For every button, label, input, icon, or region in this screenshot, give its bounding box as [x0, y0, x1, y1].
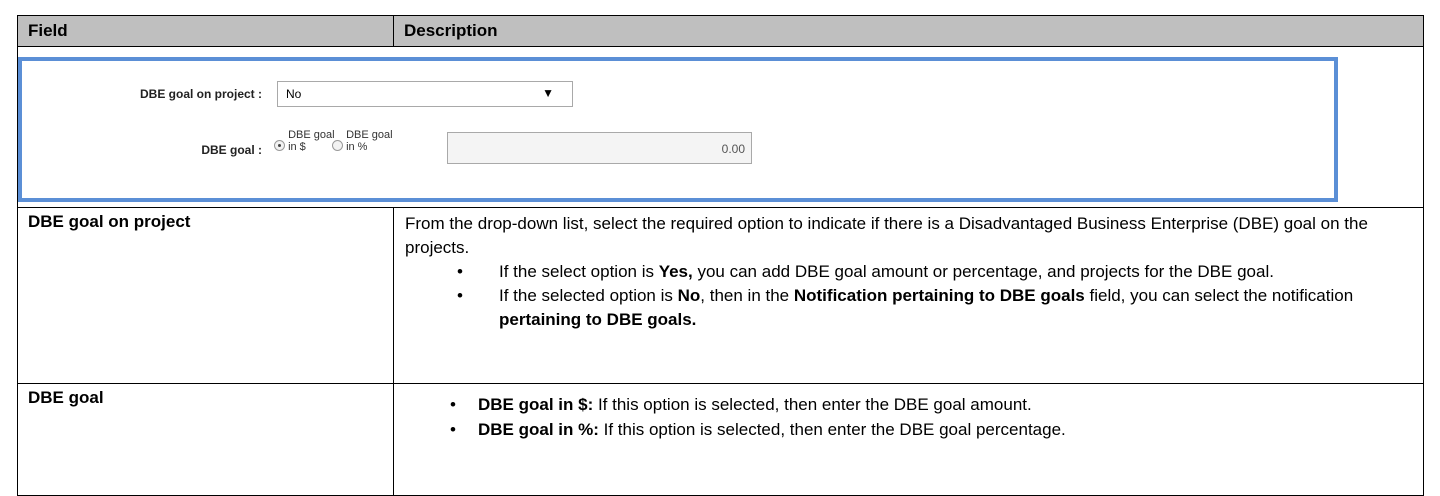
radio-dbe-goal-percent[interactable]: DBE goal in %: [332, 129, 400, 153]
header-description: Description: [394, 15, 1424, 47]
text: If this option is selected, then enter t…: [593, 395, 1032, 414]
bullet-icon: •: [457, 286, 463, 305]
bold-text: DBE goal in %:: [478, 420, 599, 439]
chevron-down-icon: ▼: [542, 86, 554, 100]
dbe-goal-on-project-label: DBE goal on project :: [139, 87, 262, 101]
description-intro: From the drop-down list, select the requ…: [405, 214, 1368, 257]
header-field: Field: [17, 15, 394, 47]
text: If this option is selected, then enter t…: [598, 420, 1066, 439]
bold-text: DBE goal in $:: [478, 395, 594, 414]
text: field, you can select the notification: [1084, 286, 1354, 305]
text: you can add DBE goal amount or percentag…: [692, 262, 1274, 281]
screenshot-row: DBE goal on project : No ▼ DBE goal : DB…: [17, 47, 1424, 207]
select-value: No: [286, 87, 302, 101]
row-description-dbe-goal-on-project: From the drop-down list, select the requ…: [394, 207, 1424, 383]
bold-text: No: [677, 286, 701, 305]
dbe-goal-on-project-select[interactable]: No ▼: [277, 81, 573, 107]
form-screenshot: DBE goal on project : No ▼ DBE goal : DB…: [18, 57, 1338, 202]
row-field-dbe-goal: DBE goal: [17, 383, 394, 496]
bold-text: pertaining to DBE goals.: [499, 310, 697, 329]
bullet-icon: •: [450, 395, 456, 414]
dbe-goal-amount-input[interactable]: 0.00: [447, 132, 752, 164]
text: If the select option is: [499, 262, 659, 281]
list-item: • DBE goal in %: If this option is selec…: [394, 417, 1423, 442]
row-field-dbe-goal-on-project: DBE goal on project: [17, 207, 394, 383]
bold-text: Notification pertaining to DBE goals: [793, 286, 1085, 305]
list-item: • If the select option is Yes, you can a…: [405, 260, 1423, 284]
row-description-dbe-goal: • DBE goal in $: If this option is selec…: [394, 383, 1424, 496]
bullet-icon: •: [450, 420, 456, 439]
bullet-icon: •: [457, 262, 463, 281]
radio-percent-label: DBE goal in %: [346, 129, 393, 153]
text: If the selected option is: [499, 286, 678, 305]
text: , then in the: [700, 286, 794, 305]
radio-unchecked-icon: [332, 140, 343, 151]
list-item: • If the selected option is No, then in …: [405, 284, 1423, 332]
bold-text: Yes,: [658, 262, 693, 281]
dbe-goal-label: DBE goal :: [201, 143, 262, 157]
radio-checked-icon: [274, 140, 285, 151]
list-item: • DBE goal in $: If this option is selec…: [394, 392, 1423, 417]
field-description-table: Field Description DBE goal on project : …: [17, 15, 1424, 496]
